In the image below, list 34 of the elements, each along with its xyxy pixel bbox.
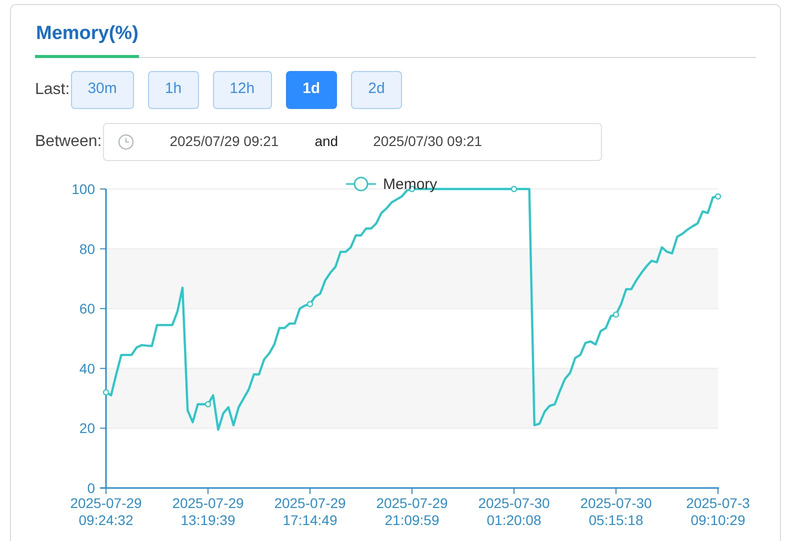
point [612,310,620,318]
clock-icon [118,134,134,150]
range-button[interactable]: 1d [286,70,338,108]
x-tick-label: 2025-07-29 17:14:49 [274,494,346,528]
x-tick-label: 2025-07-30 05:15:18 [580,494,652,528]
point [204,400,212,407]
x-tick-label: 2025-07-3 09:10:29 [686,494,750,528]
y-tick-label: 80 [79,240,95,256]
legend-label: Memory [383,176,438,192]
x-tick-label: 2025-07-29 21:09:59 [376,494,448,528]
end-date: 2025/07/30 09:21 [373,132,482,151]
point [510,185,518,192]
y-tick-label: 40 [79,360,95,376]
x-tick-label: 2025-07-29 09:24:32 [70,494,142,528]
panel-title: Memory(%) [35,20,140,58]
range-button[interactable]: 30m [70,70,134,108]
y-tick-label: 20 [79,420,95,436]
date-range-field[interactable]: 2025/07/29 09:21 and 2025/07/30 09:21 [102,122,602,160]
y-tick-label: 100 [72,180,95,196]
point [306,300,314,307]
y-tick-label: 60 [79,300,95,316]
x-tick-label: 2025-07-30 01:20:08 [478,494,550,528]
last-label: Last: [35,80,70,100]
range-button[interactable]: 1h [148,70,199,108]
x-tick-label: 2025-07-29 13:19:39 [172,494,244,528]
y-tick-label: 0 [87,480,95,496]
range-button[interactable]: 12h [212,70,272,108]
range-separator: and [314,132,338,151]
legend-icon [346,176,376,191]
start-date: 2025/07/29 09:21 [170,132,279,151]
range-button[interactable]: 2d [351,70,402,108]
point [102,388,110,395]
between-label: Between: [35,132,102,152]
point [714,192,722,200]
